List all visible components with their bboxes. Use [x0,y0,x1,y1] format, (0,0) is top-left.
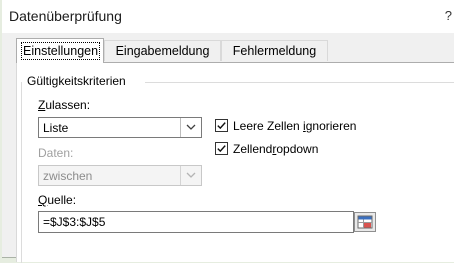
data-validation-dialog: Datenüberprüfung ? Einstellungen Eingabe… [2,0,454,263]
checkmark-icon [215,142,228,155]
tab-label: Einstellungen [20,42,101,60]
tab-einstellungen[interactable]: Einstellungen [16,38,104,63]
source-input[interactable]: =$J$3:$J$5 [38,211,354,233]
collapse-dialog-icon[interactable] [354,212,376,232]
data-value: zwischen [43,169,93,183]
group-border [145,82,454,83]
title-bar: Datenüberprüfung ? [2,0,454,33]
data-select[interactable]: zwischen [38,165,202,186]
source-label-text: uelle: [47,193,77,207]
source-label: Quelle: [38,193,76,207]
label-part: Leere Zellen [233,119,304,133]
label-part: gnorieren [305,119,357,133]
label-part: Zellend [233,142,273,156]
allow-label: Zulassen: [38,98,90,112]
allow-value: Liste [43,121,69,135]
label-part: opdown [276,142,319,156]
tab-label: Fehlermeldung [232,44,317,58]
allow-select[interactable]: Liste [38,117,202,138]
tab-label: Eingabemeldung [115,44,210,58]
group-title: Gültigkeitskriterien [27,74,126,88]
tab-fehlermeldung[interactable]: Fehlermeldung [221,40,328,61]
settings-panel: Gültigkeitskriterien Zulassen: Liste Dat… [16,62,454,263]
dialog-title: Datenüberprüfung [9,8,122,24]
chevron-down-icon [180,166,201,185]
checkmark-icon [215,119,228,132]
source-value: =$J$3:$J$5 [43,215,106,229]
help-button[interactable]: ? [445,8,452,23]
in-cell-dropdown-checkbox[interactable]: Zellendropdown [215,142,345,158]
data-label: Daten: [38,146,74,160]
access-key: Q [38,193,48,207]
tab-eingabemeldung[interactable]: Eingabemeldung [104,40,221,61]
allow-label-text: ulassen: [45,98,91,112]
group-border [21,82,22,263]
in-cell-dropdown-label: Zellendropdown [233,142,318,156]
ignore-blank-label: Leere Zellen ignorieren [233,119,356,133]
chevron-down-icon[interactable] [180,118,201,137]
ignore-blank-checkbox[interactable]: Leere Zellen ignorieren [215,119,375,135]
